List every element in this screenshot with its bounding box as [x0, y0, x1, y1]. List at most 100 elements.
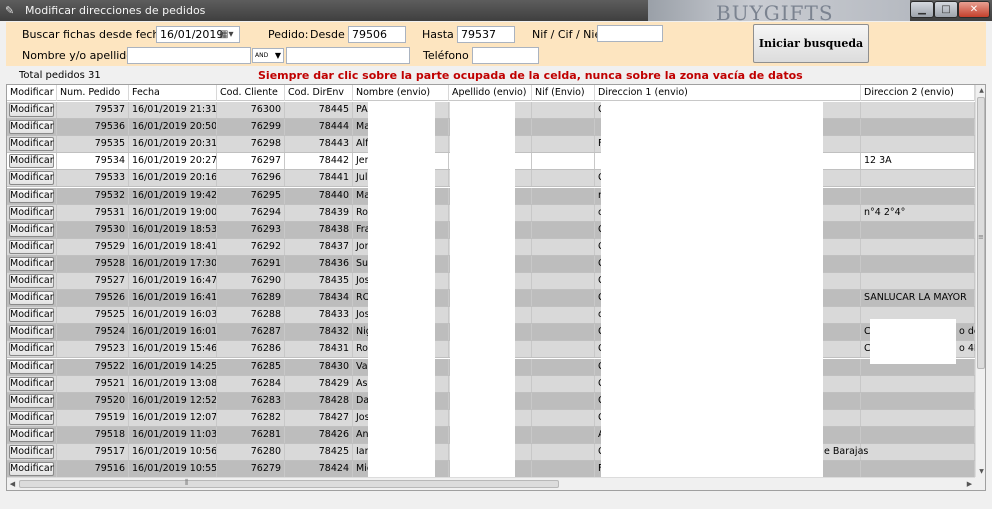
close-button[interactable]: ✕: [958, 1, 990, 18]
modify-button[interactable]: Modificar: [9, 239, 54, 254]
cell-num-pedido[interactable]: 79516: [57, 461, 129, 478]
modify-button[interactable]: Modificar: [9, 154, 54, 169]
apellido-input[interactable]: [286, 47, 410, 64]
cell-cod-cliente[interactable]: 76280: [217, 444, 285, 460]
cell-fecha[interactable]: 16/01/2019 20:31:56: [129, 136, 217, 153]
cell-nif-envio[interactable]: [532, 290, 595, 307]
cell-modificar[interactable]: Modificar: [7, 392, 57, 409]
cell-fecha[interactable]: 16/01/2019 15:46:12: [129, 341, 217, 358]
cell-fecha[interactable]: 16/01/2019 19:42:47: [129, 187, 217, 204]
cell-num-pedido[interactable]: 79523: [57, 341, 129, 358]
cell-num-pedido[interactable]: 79535: [57, 136, 129, 153]
modify-button[interactable]: Modificar: [9, 222, 54, 237]
operator-select[interactable]: AND ▼: [252, 48, 284, 63]
calendar-dropdown-icon[interactable]: ▦▾: [219, 28, 237, 41]
cell-modificar[interactable]: Modificar: [7, 375, 57, 392]
cell-direccion-2[interactable]: [861, 255, 975, 272]
cell-cod-direnv[interactable]: 78442: [285, 153, 353, 170]
modify-button[interactable]: Modificar: [9, 256, 54, 271]
cell-num-pedido[interactable]: 79525: [57, 307, 129, 324]
cell-direccion-2[interactable]: [861, 409, 975, 426]
cell-cod-cliente[interactable]: 76298: [217, 136, 285, 153]
cell-modificar[interactable]: Modificar: [7, 153, 57, 170]
cell-fecha[interactable]: 16/01/2019 16:01:37: [129, 324, 217, 341]
cell-nif-envio[interactable]: [532, 119, 595, 136]
cell-fecha[interactable]: 16/01/2019 16:03:51: [129, 307, 217, 324]
column-header-apellido-envio[interactable]: Apellido (envio): [449, 85, 532, 101]
cell-nif-envio[interactable]: [532, 136, 595, 153]
cell-modificar[interactable]: Modificar: [7, 461, 57, 478]
cell-cod-cliente[interactable]: 76284: [217, 375, 285, 392]
cell-cod-cliente[interactable]: 76288: [217, 307, 285, 324]
scroll-right-icon[interactable]: ▶: [964, 478, 975, 490]
cell-modificar[interactable]: Modificar: [7, 187, 57, 204]
cell-cod-cliente[interactable]: 76296: [217, 170, 285, 187]
vertical-scrollbar[interactable]: ▲ ≡ ▼: [975, 85, 985, 477]
cell-direccion-2[interactable]: [861, 273, 975, 289]
cell-nif-envio[interactable]: [532, 358, 595, 375]
cell-num-pedido[interactable]: 79536: [57, 119, 129, 136]
cell-cod-direnv[interactable]: 78425: [285, 444, 353, 460]
cell-modificar[interactable]: Modificar: [7, 409, 57, 426]
cell-nif-envio[interactable]: [532, 221, 595, 238]
cell-cod-cliente[interactable]: 76300: [217, 102, 285, 118]
cell-direccion-2[interactable]: [861, 170, 975, 187]
cell-nif-envio[interactable]: [532, 426, 595, 443]
cell-modificar[interactable]: Modificar: [7, 119, 57, 136]
cell-num-pedido[interactable]: 79520: [57, 392, 129, 409]
cell-cod-cliente[interactable]: 76291: [217, 255, 285, 272]
cell-fecha[interactable]: 16/01/2019 10:55:13: [129, 461, 217, 478]
cell-modificar[interactable]: Modificar: [7, 341, 57, 358]
cell-cod-cliente[interactable]: 76285: [217, 358, 285, 375]
cell-num-pedido[interactable]: 79534: [57, 153, 129, 170]
column-header-direccion-2[interactable]: Direccion 2 (envio): [861, 85, 975, 101]
cell-modificar[interactable]: Modificar: [7, 273, 57, 289]
cell-nif-envio[interactable]: [532, 102, 595, 118]
cell-fecha[interactable]: 16/01/2019 10:56:39: [129, 444, 217, 460]
cell-fecha[interactable]: 16/01/2019 16:47:34: [129, 273, 217, 289]
cell-cod-cliente[interactable]: 76292: [217, 238, 285, 255]
cell-direccion-2[interactable]: [861, 119, 975, 136]
cell-cod-cliente[interactable]: 76293: [217, 221, 285, 238]
cell-num-pedido[interactable]: 79518: [57, 426, 129, 443]
cell-cod-cliente[interactable]: 76297: [217, 153, 285, 170]
modify-button[interactable]: Modificar: [9, 274, 54, 288]
cell-num-pedido[interactable]: 79521: [57, 375, 129, 392]
scroll-left-icon[interactable]: ◀: [7, 478, 18, 490]
cell-fecha[interactable]: 16/01/2019 21:31:40: [129, 102, 217, 118]
cell-cod-direnv[interactable]: 78439: [285, 204, 353, 221]
cell-direccion-2[interactable]: [861, 136, 975, 153]
cell-cod-direnv[interactable]: 78435: [285, 273, 353, 289]
cell-cod-direnv[interactable]: 78441: [285, 170, 353, 187]
cell-nif-envio[interactable]: [532, 324, 595, 341]
cell-direccion-2[interactable]: [861, 221, 975, 238]
horizontal-scroll-thumb[interactable]: [19, 480, 559, 488]
cell-direccion-2[interactable]: n°4 2°4°: [861, 204, 975, 221]
cell-cod-direnv[interactable]: 78430: [285, 358, 353, 375]
cell-num-pedido[interactable]: 79529: [57, 238, 129, 255]
cell-cod-cliente[interactable]: 76295: [217, 187, 285, 204]
cell-fecha[interactable]: 16/01/2019 11:03:55: [129, 426, 217, 443]
cell-num-pedido[interactable]: 79522: [57, 358, 129, 375]
column-header-modificar[interactable]: Modificar: [7, 85, 57, 101]
nombre-input[interactable]: [127, 47, 251, 64]
cell-fecha[interactable]: 16/01/2019 12:07:04: [129, 409, 217, 426]
cell-cod-direnv[interactable]: 78444: [285, 119, 353, 136]
cell-nif-envio[interactable]: [532, 375, 595, 392]
cell-nif-envio[interactable]: [532, 341, 595, 358]
cell-nif-envio[interactable]: [532, 153, 595, 170]
cell-direccion-2[interactable]: SANLUCAR LA MAYOR: [861, 290, 975, 307]
cell-modificar[interactable]: Modificar: [7, 444, 57, 460]
cell-cod-cliente[interactable]: 76289: [217, 290, 285, 307]
cell-modificar[interactable]: Modificar: [7, 324, 57, 341]
desde-input[interactable]: 79506: [348, 26, 406, 43]
cell-cod-direnv[interactable]: 78432: [285, 324, 353, 341]
cell-nif-envio[interactable]: [532, 409, 595, 426]
minimize-button[interactable]: ▁: [910, 1, 934, 18]
cell-num-pedido[interactable]: 79527: [57, 273, 129, 289]
cell-nif-envio[interactable]: [532, 392, 595, 409]
cell-num-pedido[interactable]: 79533: [57, 170, 129, 187]
date-picker[interactable]: 16/01/2019 ▦▾: [156, 26, 240, 43]
modify-button[interactable]: Modificar: [9, 171, 54, 186]
column-header-nif-envio[interactable]: Nif (Envio): [532, 85, 595, 101]
